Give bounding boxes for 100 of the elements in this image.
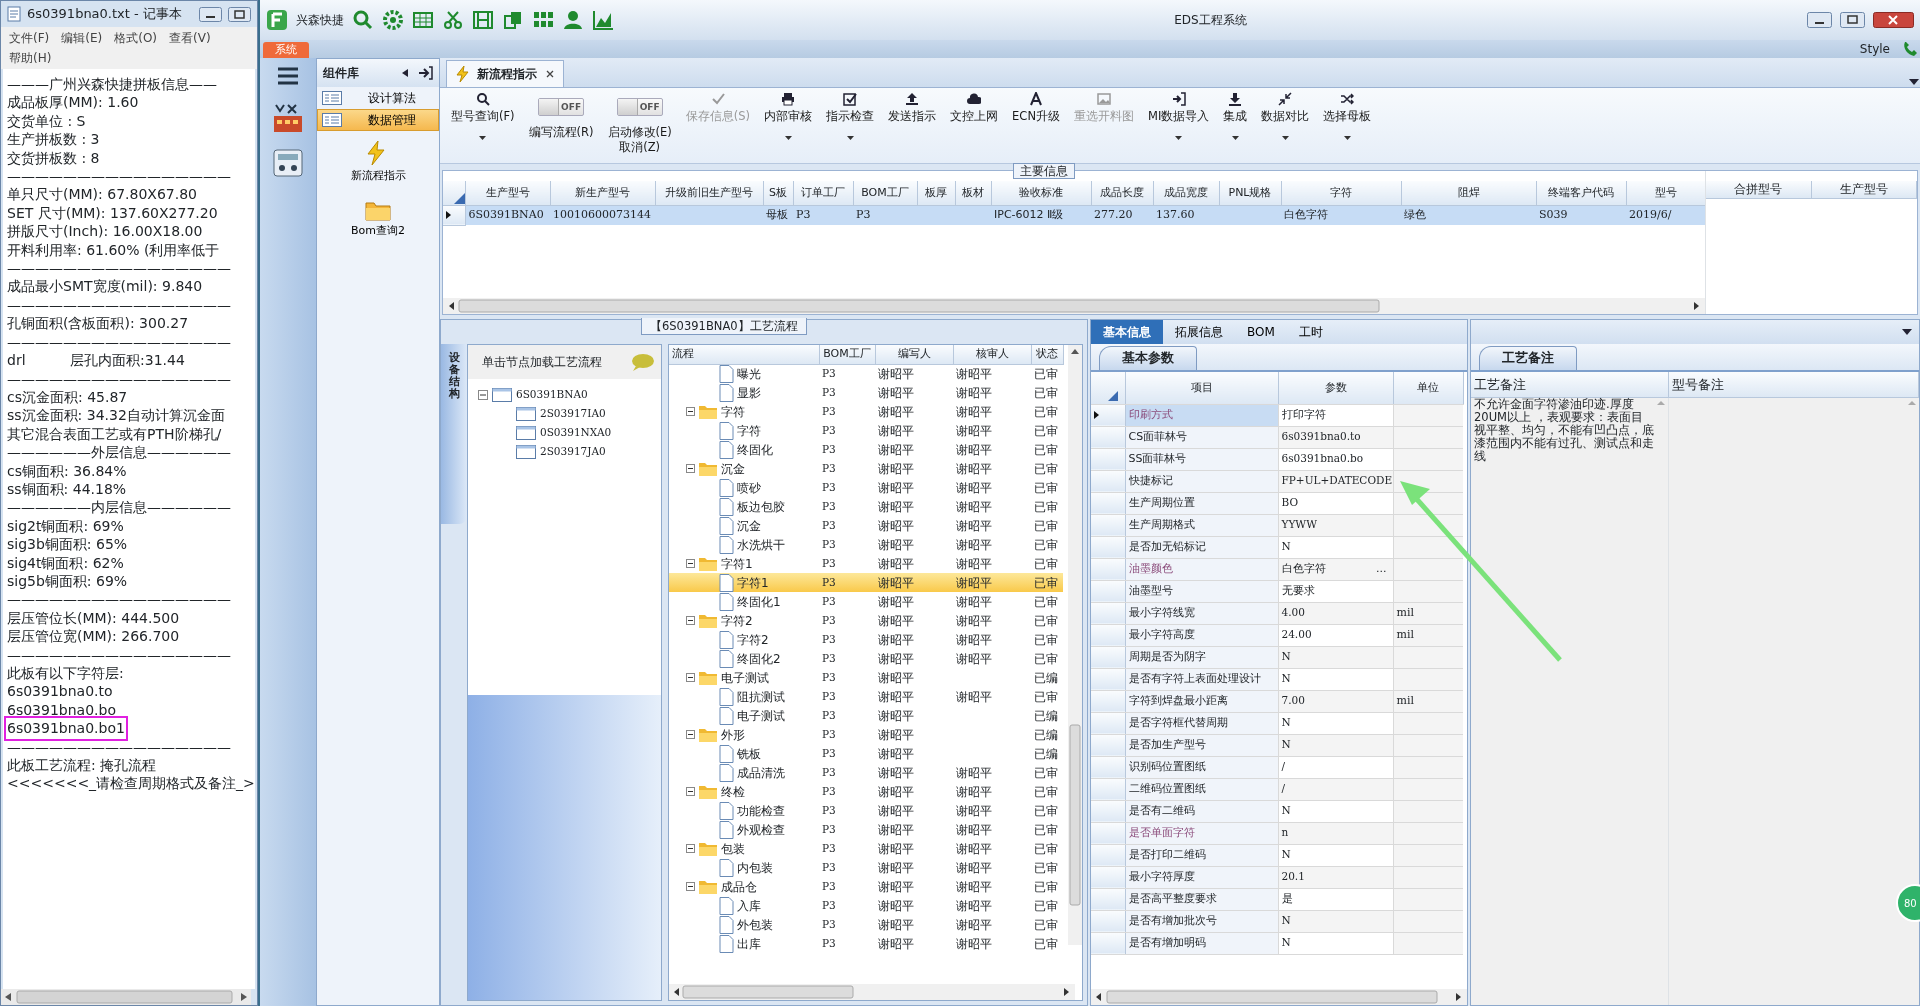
left-arrow-icon[interactable]: [400, 67, 410, 79]
phone-icon[interactable]: [1902, 40, 1920, 58]
collapse-icon[interactable]: [686, 616, 695, 625]
field-value[interactable]: 打印字符: [1281, 406, 1326, 424]
panel-item[interactable]: 数据管理: [317, 109, 439, 131]
field-value[interactable]: /: [1281, 759, 1286, 775]
toolbar-button[interactable]: 文控上网: [943, 92, 1006, 124]
tree-item[interactable]: 外包装: [737, 915, 773, 934]
column-header[interactable]: 参数: [1278, 372, 1393, 404]
panel-item[interactable]: 设计算法: [317, 87, 439, 109]
tree-item[interactable]: 字符: [721, 402, 745, 421]
tree-item[interactable]: 铣板: [737, 744, 761, 763]
column-header[interactable]: 项目: [1125, 372, 1278, 404]
column-header[interactable]: 状态: [1031, 345, 1063, 364]
table-icon[interactable]: [412, 9, 434, 31]
field-value[interactable]: 7.00: [1281, 693, 1305, 709]
column-header[interactable]: 阻焊: [1401, 181, 1536, 205]
tree-item[interactable]: 沉金: [721, 459, 745, 478]
side-tab[interactable]: 设备结构: [441, 344, 467, 524]
calculator-icon[interactable]: [271, 148, 305, 178]
collapse-icon[interactable]: [686, 844, 695, 853]
close-icon[interactable]: [1873, 12, 1914, 28]
toggle-switch[interactable]: OFF: [538, 98, 585, 116]
toolbar-button[interactable]: 指示检查: [819, 92, 882, 140]
vertical-scrollbar[interactable]: [1068, 345, 1082, 945]
horizontal-scrollbar[interactable]: [443, 298, 1705, 314]
factory-icon[interactable]: [271, 102, 305, 134]
copy-icon[interactable]: [502, 9, 524, 31]
tree-item[interactable]: 成品仓: [721, 877, 757, 896]
field-value[interactable]: 白色字符: [1281, 560, 1326, 578]
toggle-switch[interactable]: OFF: [616, 98, 663, 116]
gear-icon[interactable]: [382, 9, 404, 31]
column-header[interactable]: 型号备注: [1669, 372, 1919, 398]
field-value[interactable]: N: [1281, 803, 1291, 819]
tree-item[interactable]: 2S03917JA0: [540, 443, 606, 460]
collapse-icon[interactable]: [686, 464, 695, 473]
collapse-icon[interactable]: [686, 787, 695, 796]
tree-item[interactable]: 6S0391BNA0: [516, 386, 588, 403]
scissors-icon[interactable]: [442, 9, 464, 31]
document-tab[interactable]: 新流程指示: [446, 60, 564, 87]
toolbar-button[interactable]: 选择母板: [1316, 92, 1379, 140]
column-header[interactable]: BOM工厂: [819, 345, 875, 364]
toolbar-button[interactable]: 集成: [1216, 92, 1255, 140]
column-header[interactable]: 字符: [1281, 181, 1401, 205]
tab[interactable]: 拓展信息: [1163, 320, 1235, 344]
column-header[interactable]: 合拼型号: [1706, 181, 1812, 199]
tree-item[interactable]: 曝光: [737, 364, 761, 383]
column-header[interactable]: 新生产型号: [550, 181, 655, 205]
tree-item[interactable]: 外观检查: [737, 820, 785, 839]
ellipsis-button[interactable]: ...: [1376, 560, 1390, 578]
toolbar-button[interactable]: ECN升级: [1005, 92, 1067, 124]
column-header[interactable]: 板材: [955, 181, 991, 205]
column-header[interactable]: BOM工厂: [853, 181, 917, 205]
collapse-icon[interactable]: [686, 730, 695, 739]
column-header[interactable]: 终端客户代码: [1536, 181, 1626, 205]
column-header[interactable]: 板厚: [917, 181, 955, 205]
column-header[interactable]: 生产型号: [465, 181, 550, 205]
column-header[interactable]: 成品长度: [1091, 181, 1153, 205]
field-value[interactable]: n: [1281, 825, 1289, 841]
search-icon[interactable]: [352, 9, 374, 31]
column-header[interactable]: 验收标准: [991, 181, 1091, 205]
tab[interactable]: BOM: [1235, 320, 1287, 344]
tab[interactable]: 基本参数: [1099, 346, 1197, 370]
toolbar-button[interactable]: 型号查询(F): [444, 92, 522, 140]
minimize-icon[interactable]: [199, 6, 222, 22]
tree-item[interactable]: 包装: [721, 839, 745, 858]
tree-item[interactable]: 水洗烘干: [737, 535, 785, 554]
field-value[interactable]: /: [1281, 781, 1286, 797]
toolbar-button[interactable]: 内部审核: [757, 92, 820, 140]
collapse-icon[interactable]: [686, 407, 695, 416]
column-header[interactable]: 工艺备注: [1471, 372, 1669, 398]
field-value[interactable]: 24.00: [1281, 627, 1312, 643]
field-value[interactable]: N: [1281, 715, 1291, 731]
column-header[interactable]: 订单工厂: [793, 181, 853, 205]
field-value[interactable]: N: [1281, 649, 1291, 665]
field-value[interactable]: N: [1281, 847, 1291, 863]
column-header[interactable]: 成品宽度: [1153, 181, 1219, 205]
tree-item[interactable]: 阻抗测试: [737, 687, 785, 706]
horizontal-scrollbar[interactable]: [1, 989, 251, 1005]
tree-item[interactable]: 2S03917IA0: [540, 405, 606, 422]
tree-item[interactable]: 终固化1: [737, 592, 781, 611]
column-header[interactable]: 型号: [1626, 181, 1705, 205]
column-header[interactable]: 单位: [1393, 372, 1463, 404]
column-header[interactable]: 编写人: [875, 345, 953, 364]
menu-item[interactable]: 编辑(E): [61, 29, 103, 47]
menu-item[interactable]: 查看(V): [169, 29, 211, 47]
film-icon[interactable]: [472, 9, 494, 31]
tree-item[interactable]: 字符2: [721, 611, 753, 630]
tree-item[interactable]: 0S0391NXA0: [540, 424, 612, 441]
close-icon[interactable]: [545, 69, 555, 79]
tree-item[interactable]: 出库: [737, 934, 761, 953]
maximize-icon[interactable]: [1840, 12, 1865, 28]
tree-item[interactable]: 功能检查: [737, 801, 785, 820]
maximize-icon[interactable]: [228, 6, 251, 22]
tab[interactable]: 工艺备注: [1479, 346, 1577, 370]
field-value[interactable]: 4.00: [1281, 605, 1305, 621]
column-header[interactable]: S板: [763, 181, 793, 205]
field-value[interactable]: N: [1281, 671, 1291, 687]
collapse-icon[interactable]: [686, 559, 695, 568]
shortcut-item[interactable]: 新流程指示: [317, 139, 439, 186]
